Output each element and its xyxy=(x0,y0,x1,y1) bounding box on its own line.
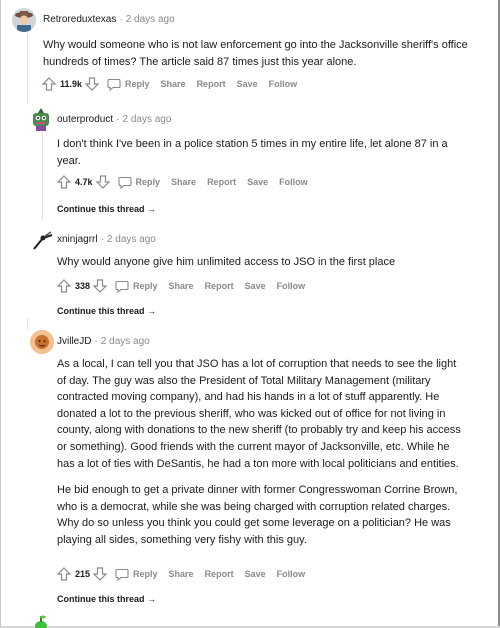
save-button[interactable]: Save xyxy=(237,79,258,89)
reply-icon[interactable] xyxy=(117,176,132,189)
username[interactable]: Retroreduxtexas xyxy=(43,14,116,25)
comment-actions: 11.9k Reply Share Report Save Follow xyxy=(42,74,308,94)
avatar[interactable] xyxy=(31,614,51,628)
comment-paragraph: Why would anyone give him unlimited acce… xyxy=(57,256,396,268)
separator-dot: · xyxy=(100,234,104,245)
timestamp[interactable]: 2 days ago xyxy=(101,336,150,347)
separator-dot: · xyxy=(94,336,98,347)
downvote-icon[interactable] xyxy=(85,77,100,91)
vote-score: 338 xyxy=(75,281,91,291)
downvote-icon[interactable] xyxy=(95,175,110,189)
comment-actions: 338 Reply Share Report Save Follow xyxy=(57,276,316,296)
continue-thread-link[interactable]: Continue this thread → xyxy=(57,306,156,316)
comment-actions: 215 Reply Share Report Save Follow xyxy=(57,564,316,584)
upvote-icon[interactable] xyxy=(57,279,71,293)
username[interactable]: outerproduct xyxy=(57,114,113,125)
comment-actions: 4.7k Reply Share Report Save Follow xyxy=(57,172,319,192)
comment-paragraph: I don't think I've been in a police stat… xyxy=(57,138,448,167)
follow-button[interactable]: Follow xyxy=(279,177,308,187)
comment-paragraph: As a local, I can tell you that JSO has … xyxy=(57,358,461,470)
report-button[interactable]: Report xyxy=(197,79,226,89)
downvote-icon[interactable] xyxy=(93,567,108,581)
comment-meta: JvilleJD · 2 days ago xyxy=(57,335,150,349)
avatar-icon xyxy=(33,108,49,131)
thread-line[interactable] xyxy=(27,318,28,330)
reply-icon[interactable] xyxy=(115,568,129,581)
share-button[interactable]: Share xyxy=(161,79,186,89)
username[interactable]: JvilleJD xyxy=(57,336,91,347)
vote-score: 215 xyxy=(75,569,91,579)
save-button[interactable]: Save xyxy=(245,569,266,579)
comment-meta: xninjagrrl · 2 days ago xyxy=(57,233,156,247)
avatar[interactable] xyxy=(30,330,54,354)
comment-meta: outerproduct · 2 days ago xyxy=(57,113,171,127)
comment-paragraph: Why would someone who is not law enforce… xyxy=(43,39,468,68)
comment-meta: Retroreduxtexas · 2 days ago xyxy=(43,13,175,27)
vote-score: 11.9k xyxy=(60,79,83,89)
comment-body: As a local, I can tell you that JSO has … xyxy=(57,356,462,559)
share-button[interactable]: Share xyxy=(169,281,194,291)
follow-button[interactable]: Follow xyxy=(277,281,306,291)
reply-button[interactable]: Reply xyxy=(125,79,150,89)
continue-thread-link[interactable]: Continue this thread → xyxy=(57,204,156,214)
avatar[interactable] xyxy=(31,229,55,253)
separator-dot: · xyxy=(119,14,123,25)
follow-button[interactable]: Follow xyxy=(269,79,298,89)
upvote-icon[interactable] xyxy=(42,77,56,91)
thread-line[interactable] xyxy=(27,34,28,104)
share-button[interactable]: Share xyxy=(169,569,194,579)
username[interactable]: xninjagrrl xyxy=(57,234,98,245)
comment-thread-page: Retroreduxtexas · 2 days ago Why would som… xyxy=(0,0,500,628)
vote-score: 4.7k xyxy=(75,177,93,187)
comment-paragraph: He bid enough to get a private dinner wi… xyxy=(57,484,458,546)
separator-dot: · xyxy=(116,114,120,125)
report-button[interactable]: Report xyxy=(205,569,234,579)
upvote-icon[interactable] xyxy=(57,567,71,581)
downvote-icon[interactable] xyxy=(93,279,108,293)
reply-icon[interactable] xyxy=(115,280,129,293)
reply-icon[interactable] xyxy=(107,78,121,91)
continue-thread-link[interactable]: Continue this thread → xyxy=(57,594,156,604)
avatar[interactable] xyxy=(29,107,53,131)
avatar-icon xyxy=(30,330,54,354)
save-button[interactable]: Save xyxy=(247,177,268,187)
report-button[interactable]: Report xyxy=(205,281,234,291)
report-button[interactable]: Report xyxy=(207,177,236,187)
timestamp[interactable]: 2 days ago xyxy=(123,114,172,125)
timestamp[interactable]: 2 days ago xyxy=(126,14,175,25)
avatar-icon xyxy=(33,231,53,250)
save-button[interactable]: Save xyxy=(245,281,266,291)
thread-line[interactable] xyxy=(42,132,43,220)
avatar-icon xyxy=(35,615,47,628)
left-border xyxy=(0,0,1,628)
reply-button[interactable]: Reply xyxy=(133,281,158,291)
follow-button[interactable]: Follow xyxy=(277,569,306,579)
timestamp[interactable]: 2 days ago xyxy=(107,234,156,245)
avatar-icon xyxy=(12,8,36,32)
share-button[interactable]: Share xyxy=(171,177,196,187)
upvote-icon[interactable] xyxy=(57,175,71,189)
avatar[interactable] xyxy=(12,8,36,32)
reply-button[interactable]: Reply xyxy=(133,569,158,579)
reply-button[interactable]: Reply xyxy=(136,177,161,187)
